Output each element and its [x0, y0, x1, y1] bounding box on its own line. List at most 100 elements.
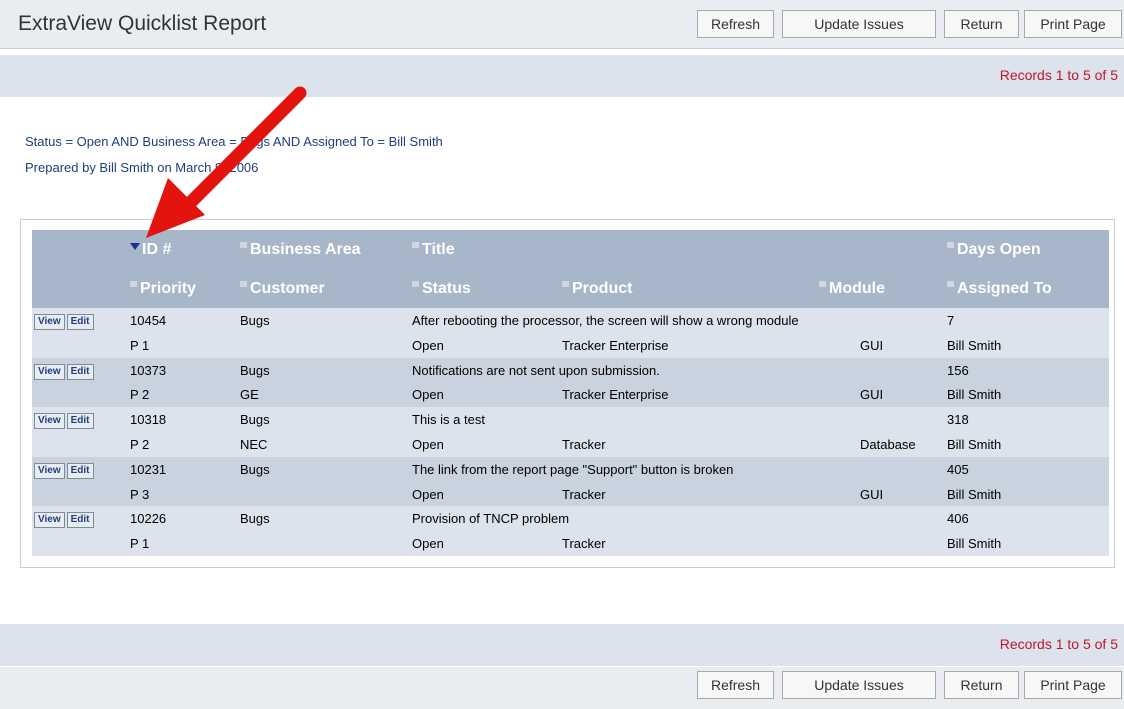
return-button[interactable]: Return: [944, 10, 1019, 38]
report-prepared-text: Prepared by Bill Smith on March 9, 2006: [25, 160, 259, 175]
column-square-icon: [562, 280, 569, 287]
table-row: View Edit 10226 Bugs Provision of TNCP pr…: [32, 506, 1109, 533]
cell-customer: [240, 334, 412, 358]
cell-assigned-to: Bill Smith: [947, 334, 1109, 358]
report-filter-text: Status = Open AND Business Area = Bugs A…: [25, 134, 443, 149]
cell-priority: P 1: [130, 334, 240, 358]
column-square-icon: [240, 241, 247, 248]
table-row: P 1 Open Tracker Enterprise GUI Bill Smi…: [32, 334, 1109, 358]
top-toolbar: ExtraView Quicklist Report Refresh Updat…: [0, 0, 1124, 49]
cell-priority: P 1: [130, 532, 240, 556]
cell-assigned-to: Bill Smith: [947, 482, 1109, 507]
print-page-button[interactable]: Print Page: [1024, 671, 1122, 699]
column-square-icon: [240, 280, 247, 287]
cell-id: 10373: [130, 357, 240, 384]
cell-assigned-to: Bill Smith: [947, 433, 1109, 457]
cell-title: Provision of TNCP problem: [412, 506, 947, 533]
refresh-button[interactable]: Refresh: [697, 10, 774, 38]
edit-button[interactable]: Edit: [66, 363, 94, 380]
cell-business-area: Bugs: [240, 506, 412, 533]
table-row: P 1 Open Tracker Bill Smith: [32, 532, 1109, 556]
column-square-icon: [947, 280, 954, 287]
cell-status: Open: [412, 482, 562, 507]
cell-module: [787, 532, 947, 556]
bottom-toolbar: Refresh Update Issues Return Print Page: [0, 667, 1124, 709]
col-header-product[interactable]: Product: [562, 269, 787, 308]
cell-id: 10454: [130, 308, 240, 335]
cell-priority: P 2: [130, 383, 240, 408]
records-bar-top: Records 1 to 5 of 5: [0, 55, 1124, 97]
cell-product: Tracker Enterprise: [562, 383, 787, 408]
col-header-id[interactable]: ID #: [130, 230, 240, 269]
col-header-assigned-to[interactable]: Assigned To: [947, 269, 1109, 308]
cell-assigned-to: Bill Smith: [947, 532, 1109, 556]
cell-product: Tracker: [562, 532, 787, 556]
column-square-icon: [819, 280, 826, 287]
cell-id: 10226: [130, 506, 240, 533]
cell-module: GUI: [787, 334, 947, 358]
cell-days-open: 156: [947, 357, 1109, 384]
cell-business-area: Bugs: [240, 357, 412, 384]
col-header-status[interactable]: Status: [412, 269, 562, 308]
cell-id: 10318: [130, 407, 240, 434]
cell-title: The link from the report page "Support" …: [412, 456, 947, 483]
col-header-customer[interactable]: Customer: [240, 269, 412, 308]
col-header-module[interactable]: Module: [787, 269, 947, 308]
table-row: View Edit 10373 Bugs Notifications are no…: [32, 357, 1109, 384]
cell-customer: [240, 532, 412, 556]
cell-title: After rebooting the processor, the scree…: [412, 308, 947, 335]
column-square-icon: [412, 241, 419, 248]
cell-status: Open: [412, 383, 562, 408]
cell-module: GUI: [787, 482, 947, 507]
view-button[interactable]: View: [34, 512, 65, 529]
cell-days-open: 318: [947, 407, 1109, 434]
records-bar-bottom: Records 1 to 5 of 5: [0, 624, 1124, 666]
app-title: ExtraView Quicklist Report: [18, 12, 267, 35]
table-row: View Edit 10454 Bugs After rebooting the …: [32, 308, 1109, 335]
table-row: P 2 GE Open Tracker Enterprise GUI Bill …: [32, 383, 1109, 408]
return-button[interactable]: Return: [944, 671, 1019, 699]
col-header-priority[interactable]: Priority: [130, 269, 240, 308]
cell-status: Open: [412, 334, 562, 358]
cell-title: Notifications are not sent upon submissi…: [412, 357, 947, 384]
cell-product: Tracker: [562, 482, 787, 507]
col-header-days-open[interactable]: Days Open: [947, 230, 1109, 269]
cell-product: Tracker Enterprise: [562, 334, 787, 358]
col-header-title[interactable]: Title: [412, 230, 947, 269]
cell-module: Database: [787, 433, 947, 457]
records-count-bottom: Records 1 to 5 of 5: [999, 636, 1118, 652]
col-header-business-area[interactable]: Business Area: [240, 230, 412, 269]
cell-priority: P 3: [130, 482, 240, 507]
cell-days-open: 406: [947, 506, 1109, 533]
cell-title: This is a test: [412, 407, 947, 434]
edit-button[interactable]: Edit: [66, 512, 94, 529]
cell-customer: GE: [240, 383, 412, 408]
column-square-icon: [130, 280, 137, 287]
cell-days-open: 7: [947, 308, 1109, 335]
update-issues-button[interactable]: Update Issues: [782, 671, 936, 699]
refresh-button[interactable]: Refresh: [697, 671, 774, 699]
view-button[interactable]: View: [34, 413, 65, 430]
cell-days-open: 405: [947, 456, 1109, 483]
cell-product: Tracker: [562, 433, 787, 457]
table-row: P 3 Open Tracker GUI Bill Smith: [32, 482, 1109, 507]
sort-descending-icon: [130, 242, 140, 250]
view-button[interactable]: View: [34, 462, 65, 479]
cell-business-area: Bugs: [240, 407, 412, 434]
view-button[interactable]: View: [34, 314, 65, 331]
cell-status: Open: [412, 532, 562, 556]
edit-button[interactable]: Edit: [66, 413, 94, 430]
update-issues-button[interactable]: Update Issues: [782, 10, 936, 38]
records-count-top: Records 1 to 5 of 5: [999, 67, 1118, 83]
cell-customer: [240, 482, 412, 507]
cell-status: Open: [412, 433, 562, 457]
view-button[interactable]: View: [34, 363, 65, 380]
report-table: ID # Business Area Title Days Open Prior…: [32, 230, 1109, 556]
column-square-icon: [947, 241, 954, 248]
cell-business-area: Bugs: [240, 456, 412, 483]
cell-id: 10231: [130, 456, 240, 483]
edit-button[interactable]: Edit: [66, 314, 94, 331]
print-page-button[interactable]: Print Page: [1024, 10, 1122, 38]
edit-button[interactable]: Edit: [66, 462, 94, 479]
cell-business-area: Bugs: [240, 308, 412, 335]
